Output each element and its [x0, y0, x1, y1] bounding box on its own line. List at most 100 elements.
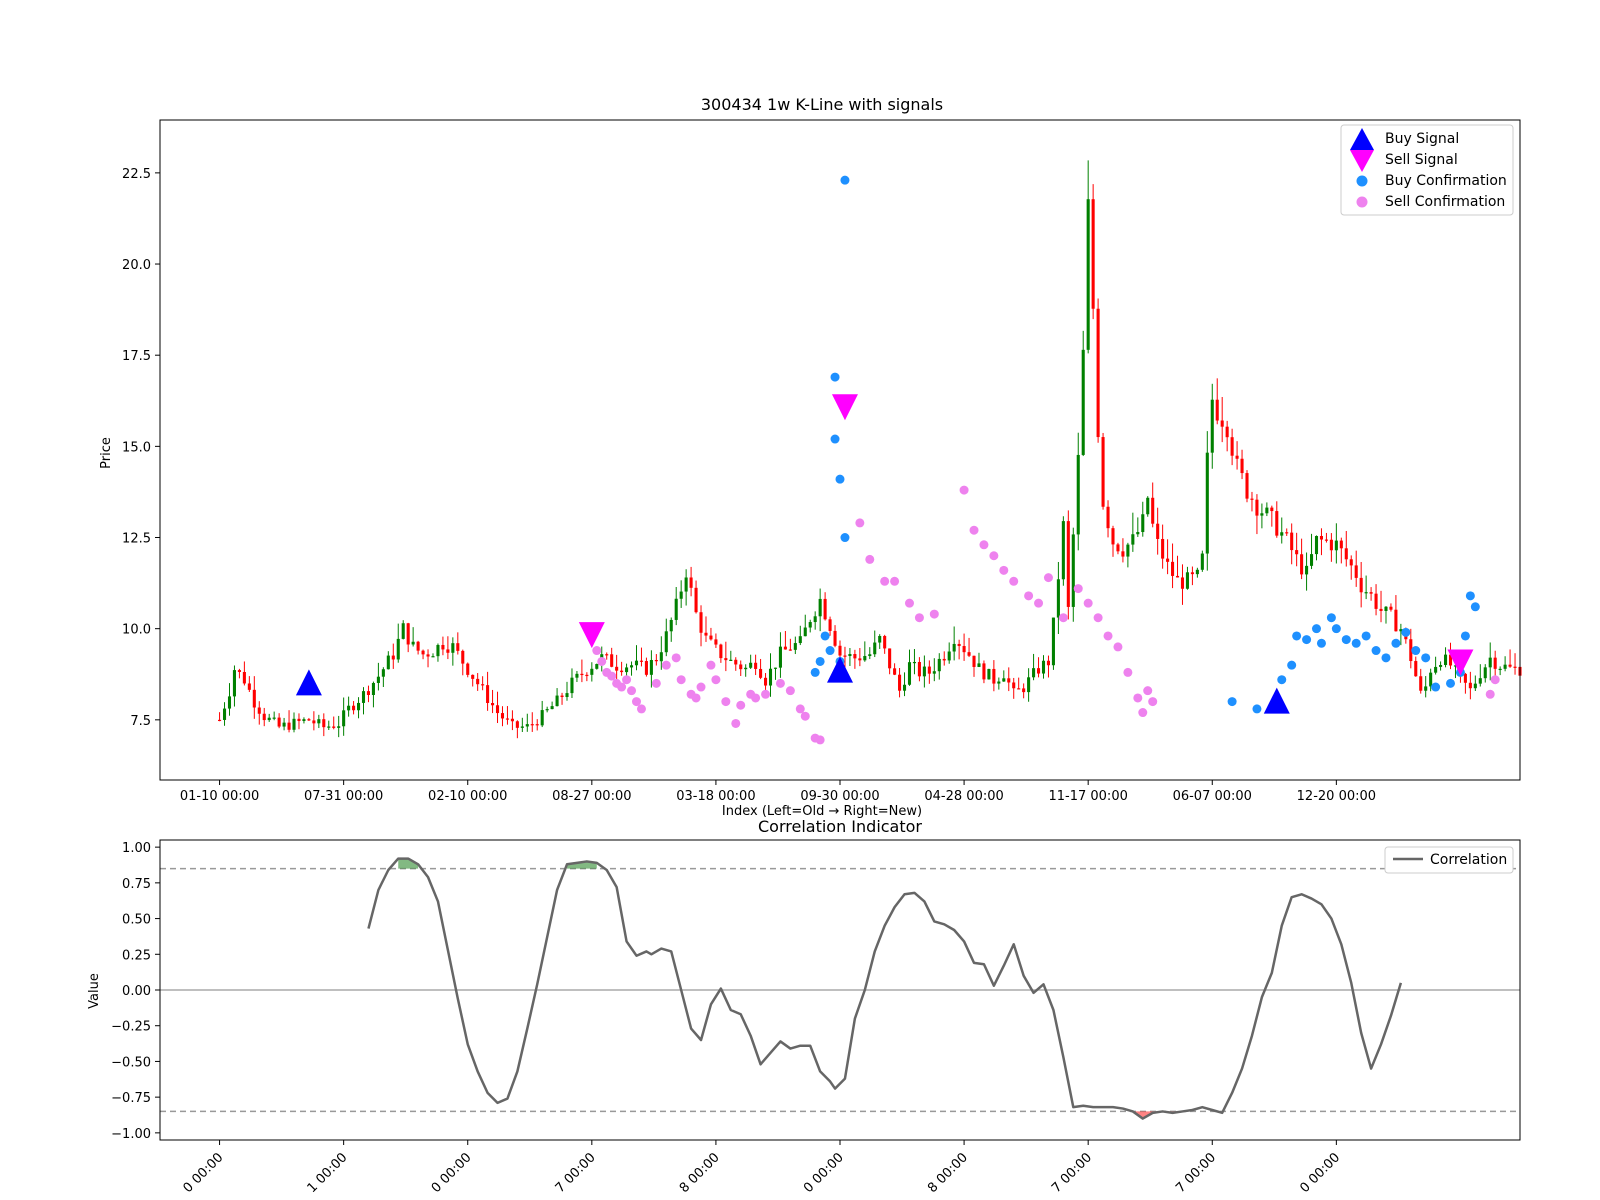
sell-confirmation-legend-icon [1356, 196, 1368, 208]
sell-confirmation-point [691, 693, 701, 703]
candle-body [1394, 609, 1398, 632]
buy-confirmation-point [830, 372, 840, 382]
buy-confirmation-point [1391, 638, 1401, 648]
candle-body [1493, 657, 1497, 669]
candle-body [347, 705, 351, 711]
sell-confirmation-point [959, 485, 969, 495]
candle-body [322, 719, 326, 728]
candle-body [1434, 666, 1438, 673]
correlation-title: Correlation Indicator [758, 817, 922, 836]
candle-body [277, 717, 281, 727]
candle-body [580, 673, 584, 676]
candle-body [1429, 672, 1433, 687]
candle-body [247, 683, 251, 690]
candle-body [352, 705, 356, 711]
candle-body [962, 646, 966, 653]
buy-confirmation-point [1431, 682, 1441, 692]
candle-body [992, 668, 996, 684]
candle-body [1056, 579, 1060, 618]
sell-confirmation-point [1143, 686, 1153, 696]
sell-confirmation-point [1009, 576, 1019, 586]
buy-confirmation-point [1331, 624, 1341, 634]
candle-body [1185, 572, 1189, 589]
candle-body [833, 630, 837, 646]
candle-body [297, 718, 301, 722]
sell-confirmation-point [1058, 613, 1068, 623]
buy-confirmation-point [1381, 653, 1391, 663]
candle-body [1354, 565, 1358, 578]
y-tick-label: −0.25 [111, 1020, 151, 1035]
candle-body [366, 691, 371, 696]
x-tick-label: 06-07 00:00 [1173, 789, 1252, 804]
candle-body [719, 644, 723, 659]
candle-body [307, 719, 311, 721]
candle-body [674, 598, 678, 620]
y-tick-label: 7.5 [130, 714, 151, 729]
x-tick-label: 08-27 00:00 [552, 789, 631, 804]
candle-body [932, 671, 936, 674]
buy-confirmation-point [820, 631, 830, 641]
candle-body [967, 652, 971, 656]
candle-body [357, 702, 361, 711]
sell-confirmation-point [597, 656, 607, 666]
candle-body [486, 685, 490, 704]
candle-body [987, 668, 991, 680]
candle-body [1260, 513, 1264, 516]
candle-body [1478, 678, 1482, 684]
sell-confirmation-point [617, 682, 627, 692]
candle-body [659, 652, 663, 662]
y-tick-label: −1.00 [111, 1127, 151, 1142]
sell-confirmation-point [676, 675, 686, 685]
candle-body [1161, 538, 1165, 559]
candle-body [1309, 554, 1314, 566]
sell-confirmation-point [1123, 667, 1133, 677]
candle-body [1374, 593, 1378, 609]
sell-confirmation-point [711, 675, 721, 685]
candle-body [1180, 577, 1185, 589]
candle-body [1131, 534, 1135, 545]
candle-body [252, 689, 256, 708]
buy-confirmation-point [1401, 627, 1411, 637]
candle-body [838, 645, 842, 656]
candle-body [1444, 654, 1448, 665]
y-tick-label: 0.50 [122, 913, 151, 928]
candle-body [1121, 551, 1125, 557]
candle-body [764, 677, 768, 686]
candle-body [342, 710, 346, 727]
candle-body [1498, 668, 1502, 671]
candle-body [1290, 532, 1294, 551]
sell-confirmation-point [1034, 598, 1044, 608]
candle-body [466, 663, 470, 675]
candle-body [898, 674, 902, 691]
sell-confirmation-point [969, 525, 979, 535]
candle-body [1225, 426, 1229, 438]
buy-confirmation-point [1326, 613, 1336, 623]
candle-body [1305, 565, 1309, 575]
candle-body [798, 636, 802, 644]
candle-body [1319, 535, 1323, 540]
candle-body [699, 612, 703, 633]
candle-body [451, 643, 455, 653]
sell-confirmation-point [1148, 697, 1158, 707]
sell-confirmation-point [855, 518, 865, 528]
candle-body [590, 668, 594, 675]
sell-confirmation-point [661, 660, 671, 670]
candle-body [406, 623, 410, 645]
buy-confirmation-point [840, 175, 850, 185]
candle-body [1508, 664, 1512, 667]
candle-body [620, 670, 624, 673]
x-tick-label: 12-20 00:00 [1297, 789, 1376, 804]
sell-confirmation-point [914, 613, 924, 623]
candle-body [848, 654, 852, 657]
candle-body [570, 677, 574, 694]
candle-body [1141, 514, 1145, 533]
candle-body [1051, 617, 1055, 666]
sell-confirmation-point [1043, 573, 1053, 583]
candle-body [555, 695, 559, 707]
candle-body [535, 724, 539, 726]
sell-confirmation-point [880, 576, 890, 586]
candle-body [972, 655, 976, 667]
candle-body [977, 663, 981, 667]
candle-body [500, 713, 505, 719]
candle-body [232, 670, 236, 697]
